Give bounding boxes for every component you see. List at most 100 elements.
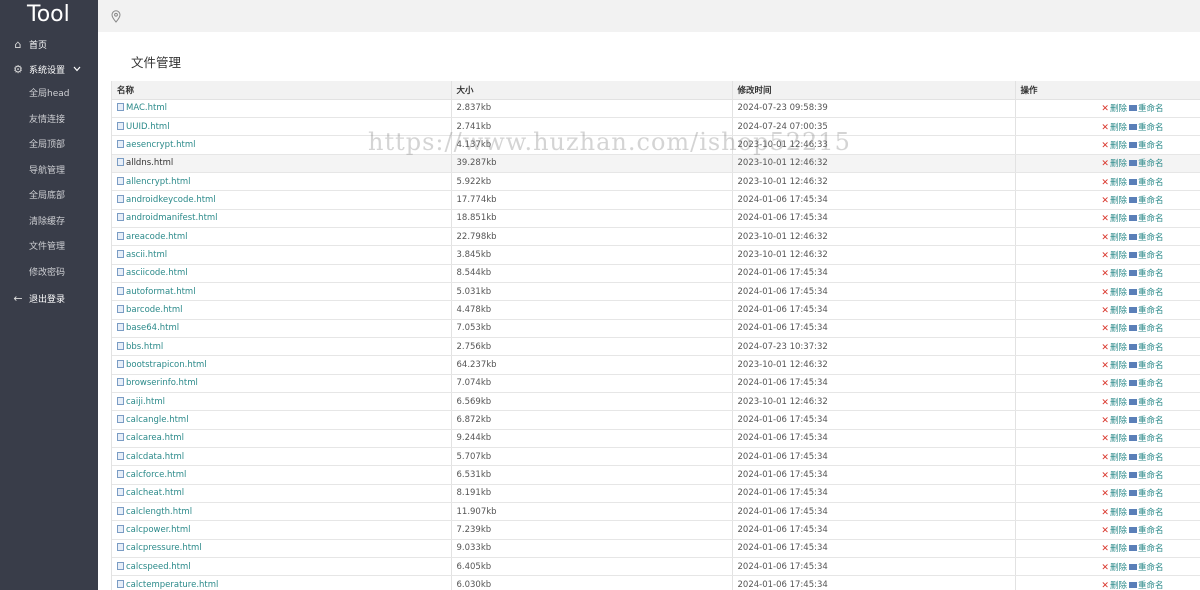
file-name-link[interactable]: calcpower.html — [126, 525, 190, 535]
delete-button[interactable]: ✕删除 — [1101, 178, 1127, 188]
rename-button[interactable]: 重命名 — [1127, 178, 1164, 188]
rename-button[interactable]: 重命名 — [1127, 196, 1164, 206]
table-row[interactable]: asciicode.html 8.544kb 2024-01-06 17:45:34… — [112, 264, 1200, 283]
file-name-link[interactable]: calcdata.html — [126, 452, 184, 462]
delete-button[interactable]: ✕删除 — [1101, 343, 1127, 353]
sidebar-item-settings[interactable]: ⚙ 系统设置 — [0, 57, 98, 82]
delete-button[interactable]: ✕删除 — [1101, 324, 1127, 334]
file-table-wrapper[interactable]: 名称 大小 修改时间 操作 MAC.html 2.837kb 2024-07-23 … — [111, 81, 1200, 590]
file-name-link[interactable]: allencrypt.html — [126, 177, 191, 187]
table-row[interactable]: areacode.html 22.798kb 2023-10-01 12:46:32… — [112, 227, 1200, 247]
rename-button[interactable]: 重命名 — [1127, 269, 1164, 279]
table-row[interactable]: androidkeycode.html 17.774kb 2024-01-06 17… — [112, 190, 1200, 210]
table-row[interactable]: androidmanifest.html 18.851kb 2024-01-06 1… — [112, 209, 1200, 228]
table-row[interactable]: calcheat.html 8.191kb 2024-01-06 17:45:34 ✕… — [112, 484, 1200, 504]
file-name-link[interactable]: aesencrypt.html — [126, 140, 195, 150]
file-name-link[interactable]: calcforce.html — [126, 470, 186, 480]
table-row[interactable]: calcpower.html 7.239kb 2024-01-06 17:45:34… — [112, 520, 1200, 540]
file-name-link[interactable]: calclength.html — [126, 507, 192, 517]
file-name-link[interactable]: MAC.html — [126, 103, 167, 113]
table-row[interactable]: allencrypt.html 5.922kb 2023-10-01 12:46:3… — [112, 172, 1200, 192]
delete-button[interactable]: ✕删除 — [1101, 489, 1127, 499]
rename-button[interactable]: 重命名 — [1127, 453, 1164, 463]
file-name-link[interactable]: calcarea.html — [126, 433, 184, 443]
location-pin-icon[interactable] — [111, 10, 121, 23]
rename-button[interactable]: 重命名 — [1127, 343, 1164, 353]
file-name-link[interactable]: autoformat.html — [126, 287, 196, 297]
sidebar-subitem[interactable]: 友情连接 — [0, 108, 98, 134]
table-row[interactable]: calclength.html 11.907kb 2024-01-06 17:45:… — [112, 502, 1200, 522]
delete-button[interactable]: ✕删除 — [1101, 471, 1127, 481]
delete-button[interactable]: ✕删除 — [1101, 269, 1127, 279]
sidebar-subitem[interactable]: 导航管理 — [0, 159, 98, 185]
delete-button[interactable]: ✕删除 — [1101, 379, 1127, 389]
table-row[interactable]: calcdata.html 5.707kb 2024-01-06 17:45:34 ✕… — [112, 447, 1200, 467]
table-row[interactable]: calctemperature.html 6.030kb 2024-01-06 17… — [112, 575, 1200, 590]
delete-button[interactable]: ✕删除 — [1101, 361, 1127, 371]
table-row[interactable]: MAC.html 2.837kb 2024-07-23 09:58:39 ✕删除 重命名 — [112, 99, 1200, 118]
sidebar-subitem[interactable]: 全局head — [0, 82, 98, 108]
rename-button[interactable]: 重命名 — [1127, 471, 1164, 481]
delete-button[interactable]: ✕删除 — [1101, 288, 1127, 298]
table-row[interactable]: ascii.html 3.845kb 2023-10-01 12:46:32 ✕删除重… — [112, 245, 1200, 265]
rename-button[interactable]: 重命名 — [1127, 508, 1164, 518]
sidebar-subitem[interactable]: 修改密码 — [0, 261, 98, 287]
file-name-link[interactable]: barcode.html — [126, 305, 182, 315]
delete-button[interactable]: ✕删除 — [1101, 196, 1127, 206]
file-name-link[interactable]: areacode.html — [126, 232, 188, 242]
rename-button[interactable]: 重命名 — [1127, 288, 1164, 298]
rename-button[interactable]: 重命名 — [1127, 526, 1164, 536]
sidebar-item-home[interactable]: ⌂ 首页 — [0, 32, 98, 57]
table-row[interactable]: calcangle.html 6.872kb 2024-01-06 17:45:34… — [112, 410, 1200, 430]
file-name-link[interactable]: androidkeycode.html — [126, 195, 216, 205]
file-name-link[interactable]: browserinfo.html — [126, 378, 198, 388]
table-row[interactable]: UUID.html 2.741kb 2024-07-24 07:00:35 ✕删除 重命… — [112, 117, 1200, 137]
rename-button[interactable]: 重命名 — [1127, 434, 1164, 444]
rename-button[interactable]: 重命名 — [1127, 214, 1164, 224]
sidebar-item-logout[interactable]: ← 退出登录 — [0, 286, 98, 311]
rename-button[interactable]: 重命名 — [1127, 581, 1164, 590]
sidebar-subitem[interactable]: 文件管理 — [0, 235, 98, 261]
rename-button[interactable]: 重命名 — [1127, 123, 1164, 133]
column-header-size[interactable]: 大小 — [451, 81, 733, 100]
table-row[interactable]: calcforce.html 6.531kb 2024-01-06 17:45:34… — [112, 465, 1200, 485]
delete-button[interactable]: ✕删除 — [1101, 508, 1127, 518]
table-row[interactable]: bbs.html 2.756kb 2024-07-23 10:37:32 ✕删除 重命名 — [112, 337, 1200, 357]
delete-button[interactable]: ✕删除 — [1101, 141, 1127, 151]
table-row[interactable]: browserinfo.html 7.074kb 2024-01-06 17:45:… — [112, 374, 1200, 394]
delete-button[interactable]: ✕删除 — [1101, 398, 1127, 408]
file-name-link[interactable]: base64.html — [126, 323, 179, 333]
rename-button[interactable]: 重命名 — [1127, 416, 1164, 426]
file-name-link[interactable]: calctemperature.html — [126, 580, 218, 590]
file-name-link[interactable]: calcspeed.html — [126, 562, 191, 572]
table-row[interactable]: caiji.html 6.569kb 2023-10-01 12:46:32 ✕删除重… — [112, 392, 1200, 412]
delete-button[interactable]: ✕删除 — [1101, 544, 1127, 554]
delete-button[interactable]: ✕删除 — [1101, 416, 1127, 426]
delete-button[interactable]: ✕删除 — [1101, 306, 1127, 316]
sidebar-subitem[interactable]: 全局顶部 — [0, 133, 98, 159]
file-name-link[interactable]: ascii.html — [126, 250, 167, 260]
table-row[interactable]: calcspeed.html 6.405kb 2024-01-06 17:45:34… — [112, 557, 1200, 577]
file-name-link[interactable]: bootstrapicon.html — [126, 360, 207, 370]
delete-button[interactable]: ✕删除 — [1101, 214, 1127, 224]
rename-button[interactable]: 重命名 — [1127, 489, 1164, 499]
rename-button[interactable]: 重命名 — [1127, 159, 1164, 169]
table-row[interactable]: aesencrypt.html 4.137kb 2023-10-01 12:46:3… — [112, 135, 1200, 155]
rename-button[interactable]: 重命名 — [1127, 324, 1164, 334]
delete-button[interactable]: ✕删除 — [1101, 104, 1127, 114]
sidebar-subitem[interactable]: 全局底部 — [0, 184, 98, 210]
delete-button[interactable]: ✕删除 — [1101, 233, 1127, 243]
rename-button[interactable]: 重命名 — [1127, 361, 1164, 371]
delete-button[interactable]: ✕删除 — [1101, 581, 1127, 590]
sidebar-subitem[interactable]: 清除缓存 — [0, 210, 98, 236]
delete-button[interactable]: ✕删除 — [1101, 159, 1127, 169]
table-row[interactable]: barcode.html 4.478kb 2024-01-06 17:45:34 ✕删… — [112, 300, 1200, 320]
rename-button[interactable]: 重命名 — [1127, 544, 1164, 554]
file-name-link[interactable]: asciicode.html — [126, 268, 188, 278]
rename-button[interactable]: 重命名 — [1127, 104, 1164, 114]
file-name-link[interactable]: caiji.html — [126, 397, 165, 407]
rename-button[interactable]: 重命名 — [1127, 379, 1164, 389]
delete-button[interactable]: ✕删除 — [1101, 453, 1127, 463]
rename-button[interactable]: 重命名 — [1127, 141, 1164, 151]
file-name-link[interactable]: bbs.html — [126, 342, 163, 352]
